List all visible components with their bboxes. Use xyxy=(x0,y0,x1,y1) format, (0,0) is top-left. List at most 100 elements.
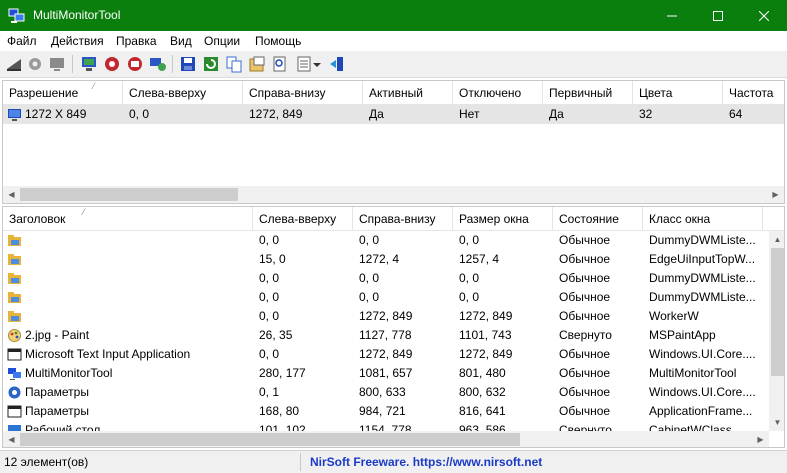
cell-window-class: WorkerW xyxy=(649,309,699,323)
cell-window-class: DummyDWMListe... xyxy=(649,290,756,304)
col-resolution[interactable]: Разрешение xyxy=(3,81,123,105)
network-monitor-icon[interactable] xyxy=(149,55,167,73)
copy-icon[interactable] xyxy=(225,55,243,73)
col-window-class[interactable]: Класс окна xyxy=(643,207,763,231)
scroll-thumb[interactable] xyxy=(20,188,238,201)
toolbar xyxy=(0,51,787,78)
monitor-primary-icon[interactable] xyxy=(80,55,98,73)
cell-bottom-right: 1127, 778 xyxy=(359,328,412,342)
scroll-thumb[interactable] xyxy=(771,248,784,376)
col-bottom-right[interactable]: Справа-внизу xyxy=(353,207,453,231)
window-row[interactable]: Microsoft Text Input Application 0, 0 1272… xyxy=(3,345,769,364)
status-divider xyxy=(300,453,301,471)
scroll-thumb[interactable] xyxy=(20,433,520,446)
window-row[interactable]: 0, 0 0, 0 0, 0 Обычное DummyDWMListe... xyxy=(3,231,769,250)
cell-top-left: 280, 177 xyxy=(259,366,306,380)
windows-list[interactable]: Заголовок ⁄ Слева-вверху Справа-внизу Ра… xyxy=(2,206,785,448)
minimize-icon xyxy=(667,15,677,16)
power-off-icon[interactable] xyxy=(103,55,121,73)
monitor-row[interactable]: 1272 X 849 0, 0 1272, 849 Да Нет Да 32 6… xyxy=(3,105,784,124)
cell-top-left: 0, 0 xyxy=(129,107,150,121)
col-disabled[interactable]: Отключено xyxy=(453,81,543,105)
close-button[interactable] xyxy=(741,0,787,31)
scroll-left-icon[interactable]: ◀ xyxy=(3,186,20,203)
cell-top-left: 0, 0 xyxy=(259,271,280,285)
monitors-hscrollbar[interactable]: ◀ ▶ xyxy=(3,186,784,203)
window-row[interactable]: 15, 0 1272, 4 1257, 4 Обычное EdgeUiInputTop… xyxy=(3,250,769,269)
chevron-down-icon[interactable] xyxy=(312,55,322,73)
col-primary[interactable]: Первичный xyxy=(543,81,633,105)
scroll-right-icon[interactable]: ▶ xyxy=(752,431,769,447)
scroll-left-icon[interactable]: ◀ xyxy=(3,431,20,447)
scroll-up-icon[interactable]: ▲ xyxy=(769,231,784,248)
menu-view[interactable]: Вид xyxy=(170,34,192,48)
html-report-icon[interactable] xyxy=(248,55,266,73)
cell-bottom-right: 1272, 4 xyxy=(359,252,400,266)
window-row[interactable]: 2.jpg - Paint 26, 35 1127, 778 1101, 743 Све… xyxy=(3,326,769,345)
monitor-on-icon[interactable] xyxy=(126,55,144,73)
find-icon[interactable] xyxy=(271,55,289,73)
windows-hscrollbar[interactable]: ◀ ▶ xyxy=(3,431,769,447)
menu-edit[interactable]: Правка xyxy=(116,34,157,48)
col-bottom-right[interactable]: Справа-внизу xyxy=(243,81,363,105)
disable-monitor-icon[interactable] xyxy=(5,55,23,73)
col-title[interactable]: Заголовок xyxy=(3,207,253,231)
col-colors[interactable]: Цвета xyxy=(633,81,723,105)
menu-file[interactable]: Файл xyxy=(7,34,37,48)
monitor-off-icon[interactable] xyxy=(48,55,66,73)
menu-help[interactable]: Помощь xyxy=(255,34,301,48)
nirsoft-link[interactable]: NirSoft Freeware. https://www.nirsoft.ne… xyxy=(310,455,542,469)
cell-state: Обычное xyxy=(559,366,611,380)
cell-title xyxy=(3,250,253,269)
window-row[interactable]: Параметры 0, 1 800, 633 800, 632 Обычное Wind… xyxy=(3,383,769,402)
cell-state: Обычное xyxy=(559,347,611,361)
col-label: Справа-внизу xyxy=(359,212,436,226)
col-top-left[interactable]: Слева-вверху xyxy=(253,207,353,231)
refresh-icon[interactable] xyxy=(202,55,220,73)
menu-actions[interactable]: Действия xyxy=(51,34,104,48)
toolbar-separator xyxy=(72,55,73,73)
maximize-button[interactable] xyxy=(695,0,741,31)
cell-window-size: 1257, 4 xyxy=(459,252,500,266)
window-row[interactable]: 0, 0 0, 0 0, 0 Обычное DummyDWMListe... xyxy=(3,269,769,288)
cell-window-size: 801, 480 xyxy=(459,366,506,380)
save-icon[interactable] xyxy=(179,55,197,73)
col-label: Отключено xyxy=(459,86,522,100)
cell-top-left: 0, 0 xyxy=(259,290,280,304)
cell-window-class: Windows.UI.Core.... xyxy=(649,347,756,361)
monitors-header: Разрешение ⁄ Слева-вверху Справа-внизу А… xyxy=(3,81,784,105)
col-label: Слева-вверху xyxy=(259,212,337,226)
col-label: Цвета xyxy=(639,86,673,100)
menu-options[interactable]: Опции xyxy=(204,34,240,48)
col-label: Размер окна xyxy=(459,212,529,226)
sort-indicator-icon: ⁄ xyxy=(83,207,85,217)
col-state[interactable]: Состояние xyxy=(553,207,643,231)
cell-bottom-right: 1272, 849 xyxy=(249,107,303,121)
cell-state: Обычное xyxy=(559,404,611,418)
cell-bottom-right: 0, 0 xyxy=(359,290,380,304)
cell-state: Обычное xyxy=(559,290,611,304)
cell-state: Свернуто xyxy=(559,328,612,342)
cell-bottom-right: 1272, 849 xyxy=(359,347,413,361)
exit-icon[interactable] xyxy=(328,55,346,73)
window-row[interactable]: 0, 0 0, 0 0, 0 Обычное DummyDWMListe... xyxy=(3,288,769,307)
window-row[interactable]: MultiMonitorTool 280, 177 1081, 657 801, 48… xyxy=(3,364,769,383)
gear-icon[interactable] xyxy=(26,55,44,73)
col-top-left[interactable]: Слева-вверху xyxy=(123,81,243,105)
windows-vscrollbar[interactable]: ▲ ▼ xyxy=(769,231,784,431)
close-icon xyxy=(759,10,769,21)
monitors-list[interactable]: Разрешение ⁄ Слева-вверху Справа-внизу А… xyxy=(2,80,785,204)
scroll-down-icon[interactable]: ▼ xyxy=(769,414,784,431)
col-active[interactable]: Активный xyxy=(363,81,453,105)
scroll-right-icon[interactable]: ▶ xyxy=(767,186,784,203)
col-window-size[interactable]: Размер окна xyxy=(453,207,553,231)
col-frequency[interactable]: Частота xyxy=(723,81,784,105)
cell-title: Microsoft Text Input Application xyxy=(25,347,191,361)
cell-title xyxy=(3,269,253,288)
cell-top-left: 0, 0 xyxy=(259,309,280,323)
window-row[interactable]: 0, 0 1272, 849 1272, 849 Обычное WorkerW xyxy=(3,307,769,326)
cell-top-left: 0, 0 xyxy=(259,233,280,247)
window-row[interactable]: Параметры 168, 80 984, 721 816, 641 Обычное A… xyxy=(3,402,769,421)
cell-state: Обычное xyxy=(559,271,611,285)
minimize-button[interactable] xyxy=(649,0,695,31)
